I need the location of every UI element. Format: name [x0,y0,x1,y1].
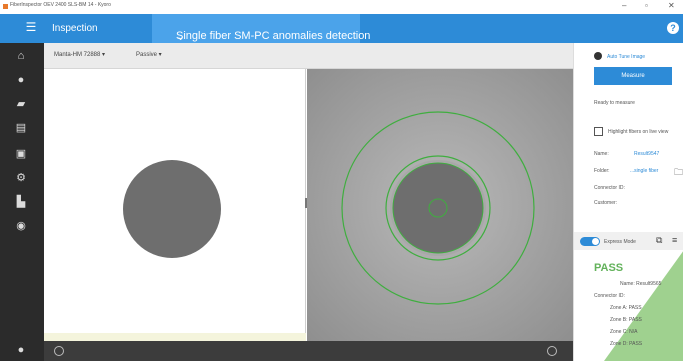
doc-icon[interactable]: ▤ [14,121,28,135]
highlight-fibers-checkbox[interactable] [594,127,603,136]
window-titlebar: FiberInspector OEV 2400 SLS-BM 14 - Kyor… [0,0,683,14]
fiber-live-image [123,160,221,258]
minimize-button[interactable]: – [622,1,626,10]
folder-value[interactable]: ...single fiber [630,168,658,174]
name-label: Name: [594,151,609,157]
chevron-down-icon: ⌄ [176,31,186,43]
auto-tune-icon[interactable] [594,52,602,60]
target-icon[interactable]: ◉ [14,219,28,233]
window-title: FiberInspector OEV 2400 SLS-BM 14 - Kyor… [10,2,111,8]
express-mode-toggle[interactable] [580,237,600,246]
result-zone-b: Zone B: PASS [610,317,642,323]
sidebar-nav: ⌂ ● ▰ ▤ ▣ ⚙ ▙ ◉ ● [0,43,44,361]
app-header: ☰ Inspection Single fiber SM-PC anomalie… [0,14,683,43]
result-zone-c: Zone C: N/A [610,329,638,335]
tab-single-fiber[interactable]: Single fiber SM-PC anomalies detection ⌄ [152,14,370,43]
right-camera-icon[interactable] [547,346,557,356]
hamburger-menu-icon[interactable]: ☰ [24,20,38,34]
status-text: Ready to measure [594,100,635,106]
circle-icon[interactable]: ● [14,73,28,87]
close-button[interactable]: ✕ [668,1,675,10]
highlight-fibers-label: Highlight fibers on live view [608,129,669,135]
folder-label: Folder: [594,168,610,174]
folder-icon[interactable]: 🗀 [674,165,683,181]
list-icon[interactable]: ≡ [672,235,677,245]
fiber-analysis-image [307,69,573,341]
app-logo-icon [3,4,8,9]
result-connector: Connector ID: [594,293,625,299]
map-icon[interactable]: ▰ [14,97,28,111]
user-icon[interactable]: ● [14,343,28,357]
export-icon[interactable]: ⧉ [656,235,662,246]
measure-button[interactable]: Measure [594,67,672,85]
result-name: Name: Result9565 [620,281,662,287]
view-toolbar: Manta-HM 72888 ▾ Passive ▾ [44,43,573,69]
camera-dropdown[interactable]: Manta-HM 72888 ▾ [54,51,105,58]
connector-label: Connector ID: [594,185,625,191]
express-mode-bar: Express Mode ⧉ ≡ [574,232,683,250]
module-title: Inspection [52,23,98,34]
auto-tune-link[interactable]: Auto Tune Image [607,54,645,60]
layers-icon[interactable]: ▣ [14,147,28,161]
gear-icon[interactable]: ⚙ [14,171,28,185]
customer-label: Customer: [594,200,618,206]
result-card: PASS Name: Result9565 Connector ID: Zone… [574,250,683,361]
name-value[interactable]: Result9547 [634,151,659,157]
users-icon[interactable]: ▙ [14,195,28,209]
fiber-live-view[interactable] [44,69,306,341]
express-mode-label: Express Mode [604,239,636,245]
fiber-analysis-view[interactable] [307,69,573,341]
view-bottom-bar [44,341,573,361]
result-zone-d: Zone D: PASS [610,341,643,347]
left-camera-icon[interactable] [54,346,64,356]
result-zone-a: Zone A: PASS [610,305,642,311]
home-icon[interactable]: ⌂ [14,49,28,63]
result-status: PASS [594,262,624,274]
help-icon[interactable]: ? [667,22,679,34]
maximize-button[interactable]: ▫ [645,1,648,10]
control-panel: Auto Tune Image Measure Ready to measure… [573,43,683,361]
mode-dropdown[interactable]: Passive ▾ [136,51,162,58]
view-status-strip [44,333,306,341]
